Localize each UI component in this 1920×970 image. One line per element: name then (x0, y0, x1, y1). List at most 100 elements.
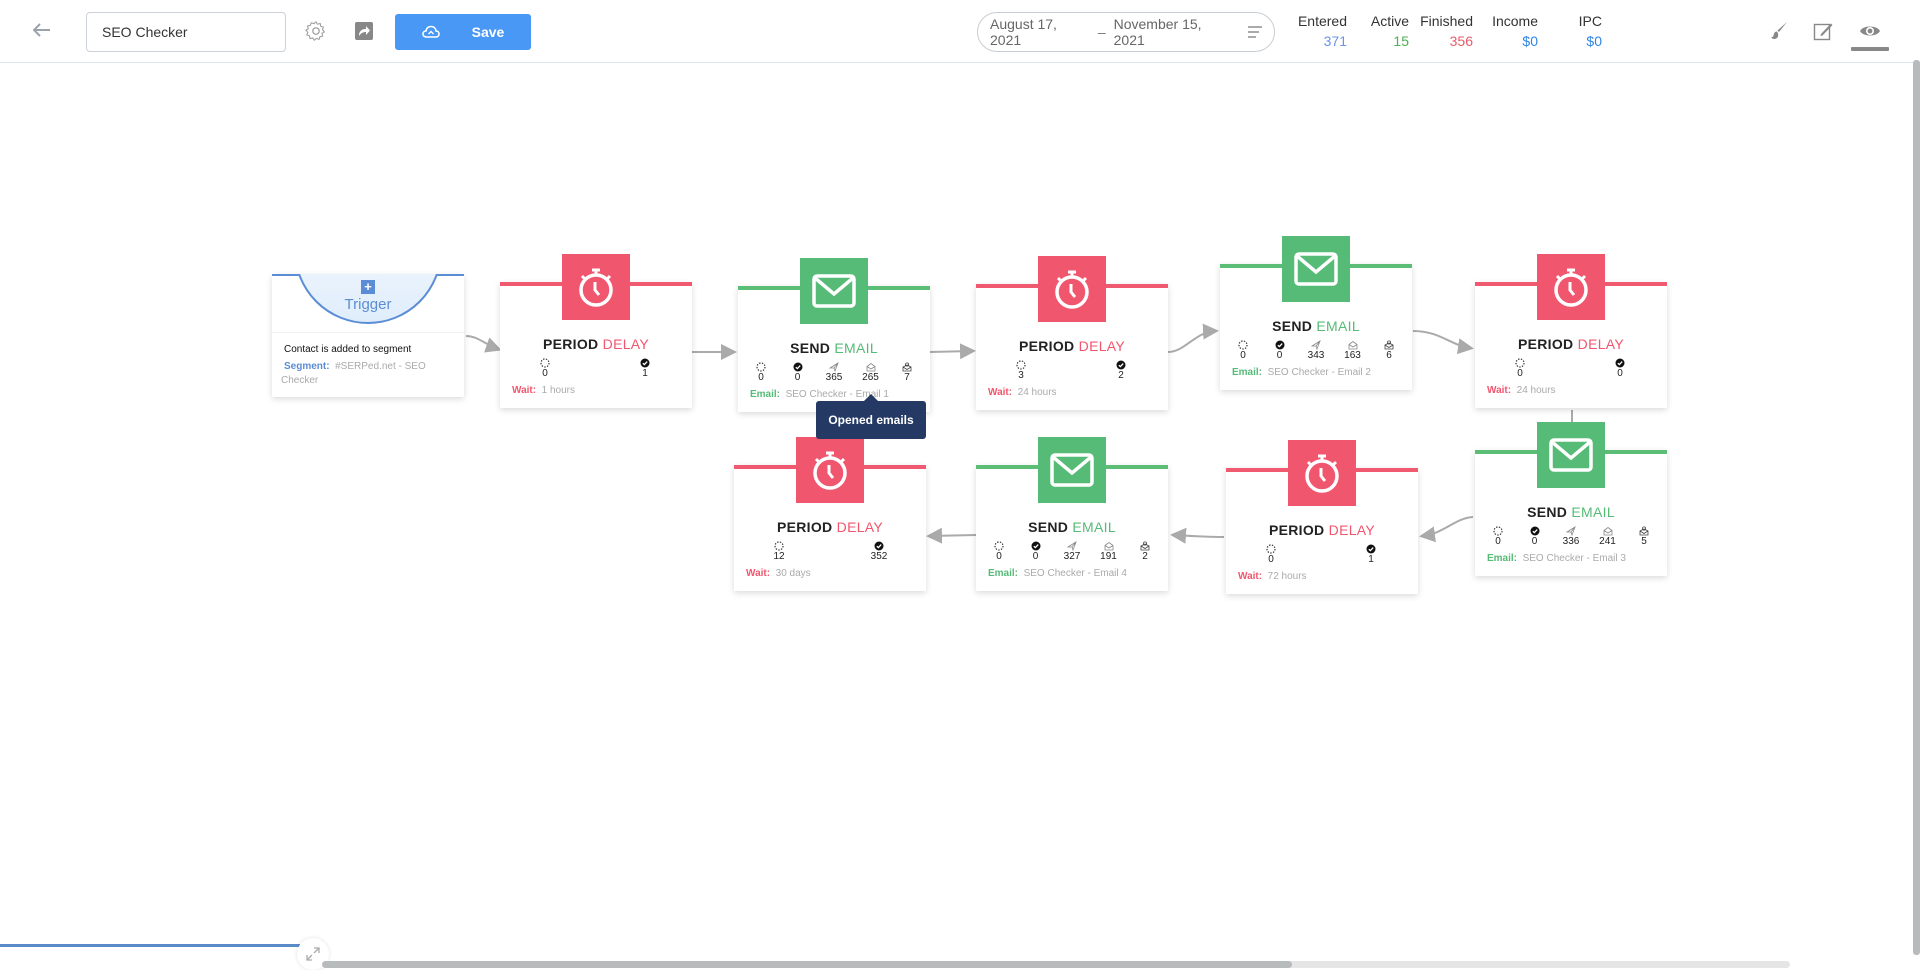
save-button[interactable]: Save (395, 14, 531, 50)
horizontal-scrollbar-thumb[interactable] (322, 961, 1292, 968)
date-end: November 15, 2021 (1113, 16, 1202, 48)
metric-value: 2 (1142, 551, 1148, 562)
envelope-click-icon (1639, 526, 1649, 536)
metric-value: 0 (1276, 350, 1283, 361)
stopwatch-icon (1554, 268, 1588, 307)
node-title: PERIOD DELAY (734, 519, 926, 535)
title-part: SEND (1272, 318, 1313, 334)
metric-value: 0 (1240, 350, 1246, 361)
pending-icon (1266, 544, 1276, 554)
node-footer: Email: SEO Checker - Email 3 (1475, 547, 1667, 576)
metric-waiting[interactable]: 0 (536, 358, 554, 379)
metric-waiting[interactable]: 0 (1489, 526, 1507, 547)
pending-icon (1515, 358, 1525, 368)
metric-waiting[interactable]: 0 (990, 541, 1008, 562)
metric-opened[interactable]: 265 (862, 362, 880, 383)
period-delay-node[interactable]: PERIOD DELAY 01 Wait: 1 hours (500, 254, 692, 408)
envelope-click-icon (1140, 541, 1150, 551)
title-part: PERIOD (1018, 338, 1075, 354)
metric-value: 327 (1063, 551, 1081, 562)
footer-value: 1 hours (541, 385, 575, 396)
node-badge (1038, 256, 1106, 322)
footer-value: 24 hours (1017, 387, 1057, 398)
vertical-scrollbar-thumb[interactable] (1913, 60, 1920, 955)
metric-clicked[interactable]: 7 (898, 362, 916, 383)
node-metrics: 0 0 343 163 6 (1220, 340, 1412, 361)
date-separator: – (1097, 24, 1106, 40)
check-circle-icon (1031, 541, 1040, 551)
check-circle-icon (1615, 358, 1625, 368)
period-delay-node[interactable]: PERIOD DELAY 00 Wait: 24 hours (1475, 254, 1667, 408)
metric-opened[interactable]: 191 (1100, 541, 1118, 562)
metric-clicked[interactable]: 2 (1136, 541, 1154, 562)
period-delay-node[interactable]: PERIOD DELAY 01 Wait: 72 hours (1226, 440, 1418, 594)
design-button[interactable] (1766, 18, 1792, 44)
period-delay-node[interactable]: PERIOD DELAY 12 352 Wait: 30 days (734, 437, 926, 591)
check-circle-icon (1366, 544, 1376, 554)
metric-clicked[interactable]: 5 (1635, 526, 1653, 547)
metric-done[interactable]: 2 (1112, 360, 1130, 381)
footer-value: SEO Checker - Email 3 (1522, 553, 1626, 564)
title-part: EMAIL (1072, 519, 1116, 535)
footer-key: Wait: (1487, 385, 1512, 396)
send-email-node[interactable]: SEND EMAIL 0 0 327 191 2 Email: SEO Checker … (976, 437, 1168, 591)
metric-value: 2 (1118, 370, 1124, 381)
envelope-icon (1294, 252, 1338, 286)
metric-done[interactable]: 1 (636, 358, 654, 379)
metric-sent[interactable]: 327 (1063, 541, 1081, 562)
footer-key: Wait: (1238, 571, 1263, 582)
save-label: Save (471, 24, 505, 40)
title-part: PERIOD (1517, 336, 1574, 352)
node-badge (800, 258, 868, 324)
stat-ipc: IPC $0 (1560, 13, 1602, 49)
metric-sent[interactable]: 336 (1562, 526, 1580, 547)
back-button[interactable] (30, 18, 54, 42)
envelope-click-icon (1384, 340, 1394, 350)
metric-done[interactable]: 0 (1611, 358, 1629, 379)
add-trigger-icon[interactable]: + (361, 280, 375, 294)
send-email-node[interactable]: SEND EMAIL 0 0 365 265 7 Email: SEO Checker … (738, 258, 930, 412)
metric-value: 0 (758, 372, 764, 383)
period-delay-node[interactable]: PERIOD DELAY 32 Wait: 24 hours (976, 256, 1168, 410)
metric-sent[interactable]: 365 (825, 362, 843, 383)
stat-value: $0 (1522, 33, 1538, 49)
stat-value: 356 (1449, 33, 1473, 49)
paper-plane-icon (1311, 340, 1321, 350)
campaign-name-input[interactable] (86, 12, 286, 52)
metric-done[interactable]: 0 (789, 362, 807, 383)
edit-button[interactable] (1810, 18, 1836, 44)
preview-button[interactable] (1857, 18, 1883, 44)
metric-value: 241 (1599, 536, 1616, 547)
metric-sent[interactable]: 343 (1307, 340, 1325, 361)
metric-waiting[interactable]: 0 (1511, 358, 1529, 379)
node-metrics: 0 0 327 191 2 (976, 541, 1168, 562)
metric-done[interactable]: 0 (1027, 541, 1045, 562)
metric-waiting[interactable]: 0 (752, 362, 770, 383)
metric-opened[interactable]: 163 (1344, 340, 1362, 361)
metric-clicked[interactable]: 6 (1380, 340, 1398, 361)
metric-done[interactable]: 0 (1271, 340, 1289, 361)
metric-done[interactable]: 0 (1526, 526, 1544, 547)
node-badge (1038, 437, 1106, 503)
settings-button[interactable] (303, 18, 329, 44)
metric-value: 0 (1617, 368, 1623, 379)
date-range-picker[interactable]: August 17, 2021 – November 15, 2021 (977, 12, 1275, 52)
metric-waiting[interactable]: 12 (770, 541, 788, 562)
metric-value: 6 (1386, 350, 1392, 361)
trigger-node[interactable]: + Trigger Contact is added to segment Se… (272, 274, 464, 397)
metric-done[interactable]: 1 (1362, 544, 1380, 565)
metric-waiting[interactable]: 3 (1012, 360, 1030, 381)
send-email-node[interactable]: SEND EMAIL 0 0 336 241 5 Email: SEO Checker … (1475, 422, 1667, 576)
tooltip: Opened emails (816, 394, 926, 439)
metric-waiting[interactable]: 0 (1262, 544, 1280, 565)
metric-done[interactable]: 352 (870, 541, 888, 562)
metric-waiting[interactable]: 0 (1234, 340, 1252, 361)
share-button[interactable] (351, 18, 377, 44)
node-footer: Wait: 1 hours (500, 379, 692, 408)
metric-value: 191 (1100, 551, 1117, 562)
metric-opened[interactable]: 241 (1599, 526, 1617, 547)
node-footer: Wait: 24 hours (976, 381, 1168, 410)
send-email-node[interactable]: SEND EMAIL 0 0 343 163 6 Email: SEO Checker … (1220, 236, 1412, 390)
node-footer: Wait: 30 days (734, 562, 926, 591)
check-circle-icon (793, 362, 802, 372)
